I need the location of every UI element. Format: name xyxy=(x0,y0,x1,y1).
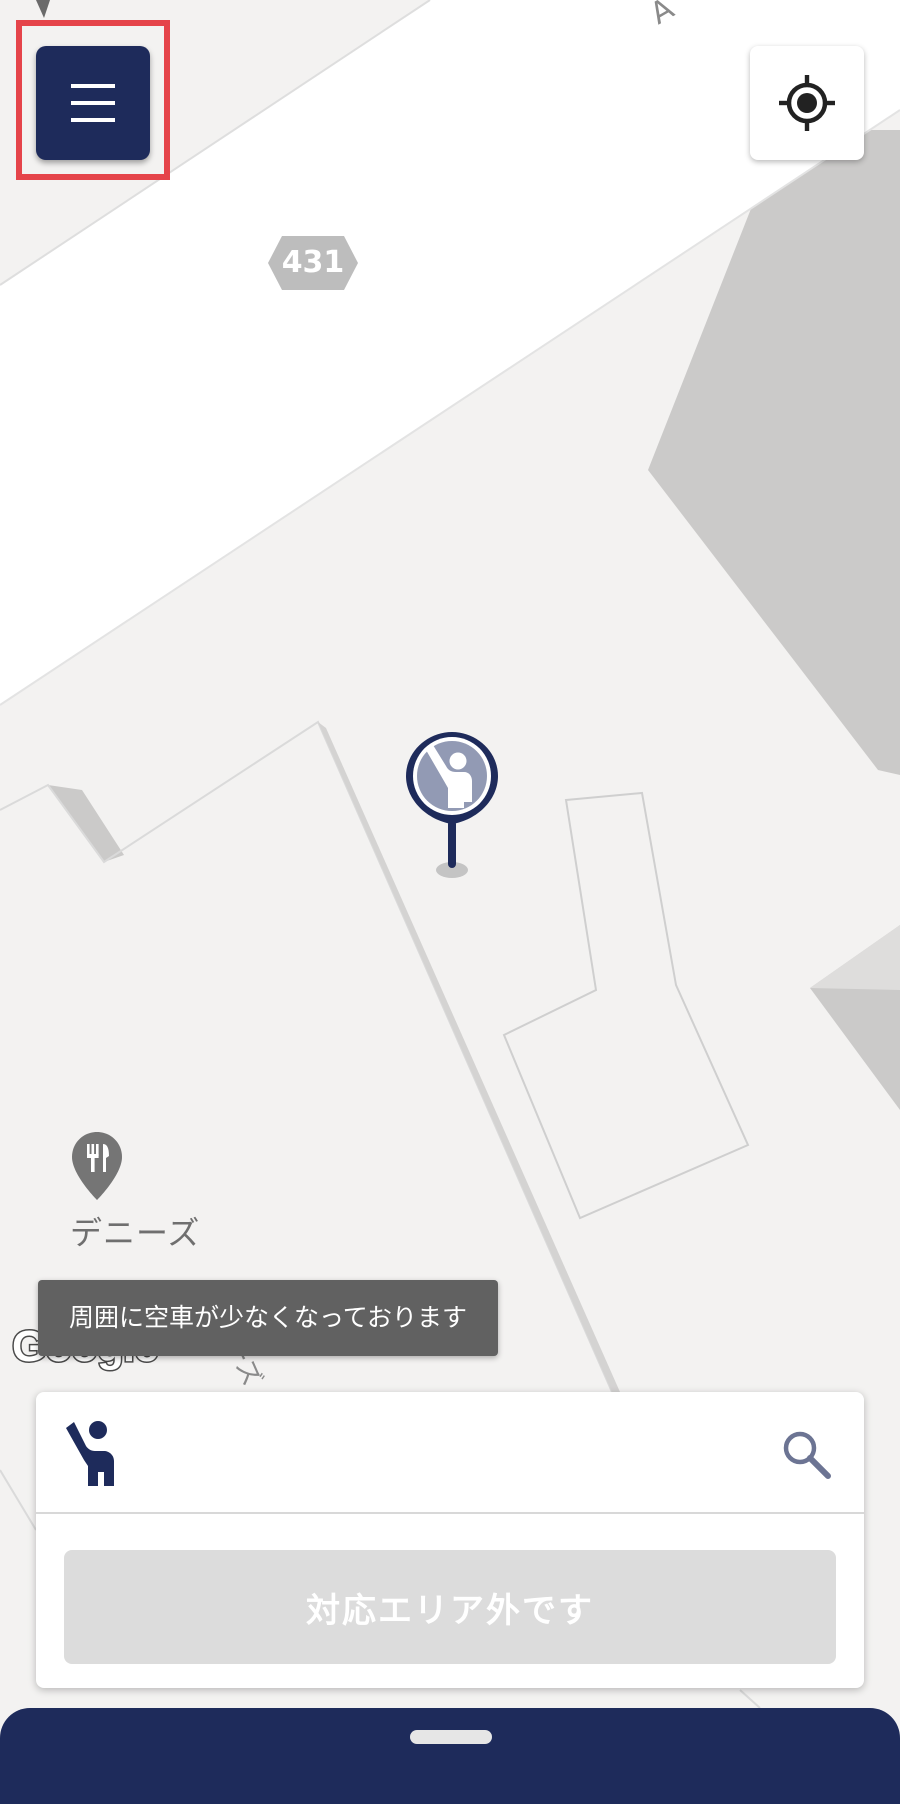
hailing-passenger-icon xyxy=(406,732,498,878)
poi-marker[interactable] xyxy=(70,1130,124,1206)
poi-label[interactable]: デニーズ xyxy=(70,1208,200,1254)
destination-input[interactable] xyxy=(156,1422,760,1486)
booking-card: 対応エリア外です xyxy=(36,1392,864,1688)
app-screen: 431 A ーズ デニーズ 周囲に空車が少なくなっております 対応エリア外です xyxy=(0,0,900,1804)
route-number: 431 xyxy=(281,245,345,280)
hamburger-menu-icon xyxy=(71,84,115,122)
bottom-sheet[interactable] xyxy=(0,1708,900,1804)
menu-button[interactable] xyxy=(36,46,150,160)
pickup-location-pin[interactable] xyxy=(396,728,508,884)
bottom-sheet-drag-handle[interactable] xyxy=(410,1730,492,1744)
search-icon[interactable] xyxy=(780,1428,832,1480)
restaurant-icon xyxy=(72,1132,122,1200)
my-location-button[interactable] xyxy=(750,46,864,160)
destination-row[interactable] xyxy=(36,1392,864,1514)
request-ride-button[interactable]: 対応エリア外です xyxy=(64,1550,836,1664)
hailing-passenger-icon xyxy=(66,1421,114,1486)
route-shield: 431 xyxy=(268,236,358,290)
toast-message: 周囲に空車が少なくなっております xyxy=(38,1280,498,1356)
my-location-icon xyxy=(779,75,835,131)
